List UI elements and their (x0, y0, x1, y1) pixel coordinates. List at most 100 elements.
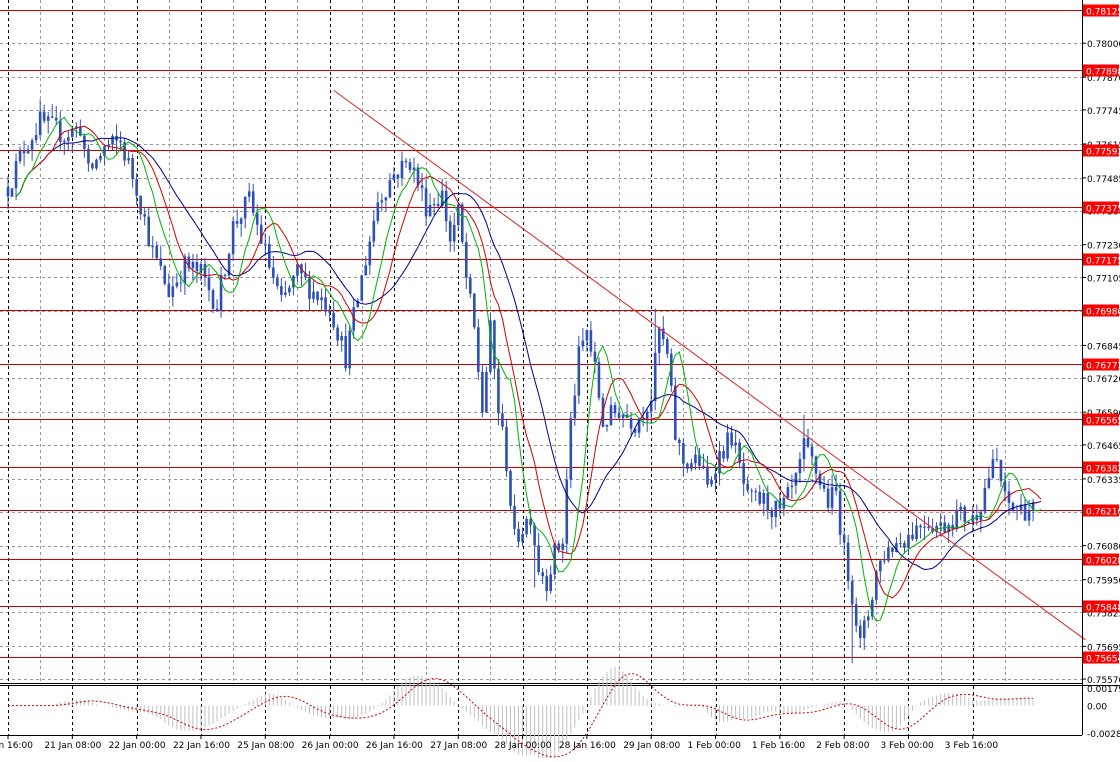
candle-body (392, 174, 396, 181)
candle-body (794, 473, 798, 486)
candle-body (802, 438, 806, 460)
candle-body (364, 265, 368, 276)
candle-body (95, 159, 98, 169)
candle-body (710, 479, 713, 485)
candle-body (959, 506, 963, 510)
price-tick-label: 0.77485 (1087, 175, 1120, 185)
price-tick-label: 0.76080 (1087, 543, 1120, 553)
candle-body (460, 204, 464, 242)
candle-body (448, 221, 452, 242)
candle-body (171, 286, 175, 298)
candle-body (593, 351, 597, 362)
candle-body (276, 277, 279, 287)
candle-body (477, 327, 480, 372)
candle-body (268, 244, 271, 268)
candle-body (746, 483, 749, 491)
candle-body (159, 258, 163, 266)
chart: 0.780000.778700.777450.776150.774850.773… (0, 0, 1120, 760)
level-label: 0.77375 (1086, 205, 1120, 215)
candle-body (549, 574, 552, 592)
candle-body (22, 150, 26, 154)
price-tick-label: 0.77230 (1087, 242, 1120, 252)
candle-body (91, 163, 94, 169)
candle-body (464, 241, 468, 278)
candle-body (46, 116, 50, 121)
candle-body (456, 204, 460, 225)
candle-body (147, 216, 150, 247)
candle-body (62, 140, 66, 142)
candle-body (742, 462, 745, 484)
candle-body (191, 262, 195, 269)
candle-body (336, 327, 339, 341)
candle-body (469, 277, 472, 294)
candle-body (99, 155, 102, 160)
time-tick-label: 26 Jan 16:00 (366, 741, 423, 751)
candle-body (34, 135, 38, 141)
candle-body (155, 245, 159, 259)
level-label: 0.76773 (1086, 362, 1120, 372)
candle-body (790, 485, 794, 488)
candle-body (629, 418, 633, 429)
candle-body (678, 439, 681, 444)
candle-body (702, 466, 705, 468)
candle-body (730, 432, 733, 446)
candle-body (340, 335, 343, 341)
candle-body (782, 497, 786, 509)
candle-body (963, 506, 967, 522)
candle-body (589, 330, 593, 352)
candle-body (565, 479, 569, 544)
candle-body (207, 277, 211, 291)
candle-body (251, 191, 255, 213)
candle-body (388, 180, 392, 198)
candle-body (1015, 509, 1019, 511)
candle-body (376, 202, 380, 221)
candle-body (822, 484, 826, 489)
level-label: 0.77592 (1086, 148, 1120, 158)
candle-body (263, 243, 267, 245)
candle-body (58, 120, 62, 142)
candle-body (690, 463, 693, 469)
candle-body (955, 509, 959, 529)
level-label: 0.76028 (1086, 557, 1120, 567)
candle-body (854, 604, 858, 626)
candle-body (360, 275, 364, 301)
candle-body (83, 135, 86, 149)
candle-body (529, 519, 532, 526)
candle-body (798, 459, 802, 474)
candle-body (452, 224, 456, 242)
price-tick-label: 0.78000 (1087, 40, 1120, 50)
candle-body (412, 167, 416, 170)
candle-body (481, 371, 484, 413)
time-tick-label: 26 Jan 00:00 (302, 741, 359, 751)
candle-body (617, 413, 621, 418)
candle-body (561, 543, 565, 550)
candle-body (911, 534, 914, 540)
candle-body (179, 282, 183, 284)
candle-body (30, 140, 34, 150)
price-tick-label: 0.76720 (1087, 375, 1120, 385)
candle-body (324, 297, 327, 310)
time-tick-label: 1 Feb 00:00 (688, 741, 742, 751)
candle-body (850, 581, 854, 605)
candle-body (67, 137, 70, 141)
candle-body (657, 328, 661, 353)
candle-body (344, 335, 347, 369)
candle-body (272, 267, 275, 278)
time-tick-label: 28 Jan 16:00 (559, 741, 616, 751)
candle-body (513, 505, 516, 529)
chart-svg: 0.780000.778700.777450.776150.774850.773… (0, 0, 1120, 760)
candle-body (609, 405, 613, 425)
price-tick-label: 0.76335 (1087, 476, 1120, 486)
time-tick-label: 21 Jan 08:00 (44, 741, 101, 751)
candle-body (774, 500, 778, 518)
candle-body (722, 451, 725, 459)
candle-body (903, 543, 906, 548)
candle-body (127, 158, 130, 161)
candle-body (400, 160, 404, 179)
candle-body (983, 487, 987, 512)
candle-body (308, 277, 311, 299)
candle-body (645, 411, 649, 420)
candle-body (682, 443, 685, 464)
candle-body (50, 116, 54, 118)
time-tick-label: 22 Jan 16:00 (173, 741, 230, 751)
